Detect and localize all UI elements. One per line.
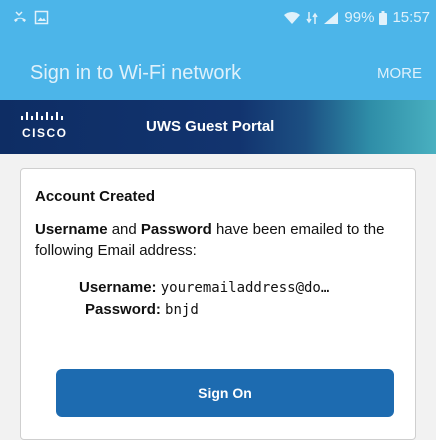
portal-title: UWS Guest Portal — [146, 118, 275, 135]
status-bar: 99% 15:57 — [0, 0, 436, 36]
portal-banner: CISCO UWS Guest Portal — [0, 100, 436, 154]
username-label: Username: — [79, 279, 157, 296]
more-button[interactable]: MORE — [377, 65, 422, 82]
cisco-logo: CISCO — [21, 112, 68, 140]
status-time: 15:57 — [392, 9, 430, 26]
password-value: bnjd — [165, 302, 199, 318]
username-row: Username: youremailaddress@do… — [79, 279, 329, 296]
message-password-word: Password — [140, 221, 212, 238]
message-username-word: Username — [35, 221, 108, 238]
card-heading: Account Created — [35, 188, 156, 205]
battery-percent: 99% — [344, 9, 375, 26]
card-message: Username and Password have been emailed … — [35, 219, 407, 261]
cisco-wordmark: CISCO — [22, 126, 68, 140]
gallery-icon — [34, 10, 49, 24]
username-value: youremailaddress@do… — [160, 280, 330, 296]
missed-call-icon — [14, 11, 26, 22]
password-label: Password: — [85, 301, 161, 318]
mobile-data-icon — [306, 11, 319, 24]
status-right-icons: 99% 15:57 — [283, 9, 430, 26]
message-and-word: and — [107, 221, 141, 238]
wifi-icon — [284, 11, 301, 24]
password-row: Password: bnjd — [85, 301, 199, 318]
battery-icon — [379, 10, 388, 25]
app-bar-title: Sign in to Wi-Fi network — [30, 62, 242, 84]
sign-on-button[interactable]: Sign On — [56, 369, 394, 417]
signal-icon — [324, 11, 339, 24]
status-left-icons — [12, 9, 49, 25]
account-created-card: Account Created Username and Password ha… — [20, 168, 416, 440]
app-bar: Sign in to Wi-Fi network MORE — [0, 36, 436, 100]
